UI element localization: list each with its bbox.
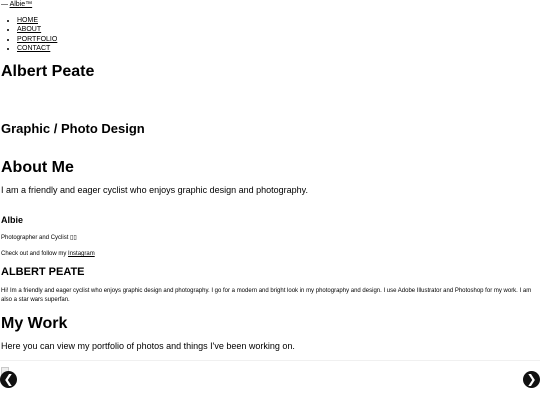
about-heading: About Me bbox=[1, 159, 74, 176]
nav-link-home[interactable]: HOME bbox=[17, 17, 38, 24]
profile-name: Albie bbox=[1, 215, 24, 225]
section-divider bbox=[0, 360, 540, 361]
tagline: Graphic / Photo Design bbox=[1, 121, 145, 136]
about-text: I am a friendly and eager cyclist who en… bbox=[1, 185, 309, 195]
brand-link[interactable]: Albie™ bbox=[10, 1, 33, 8]
nav-item-contact: CONTACT bbox=[17, 44, 57, 53]
work-heading: My Work bbox=[1, 315, 68, 332]
work-text: Here you can view my portfolio of photos… bbox=[1, 341, 295, 351]
nav-item-portfolio: PORTFOLIO bbox=[17, 35, 57, 44]
instagram-link[interactable]: Instagram bbox=[68, 251, 95, 257]
site-title: Albert Peate bbox=[1, 63, 95, 80]
menu-toggle-icon[interactable]: — bbox=[1, 1, 8, 8]
slider-next-button[interactable]: ❯ bbox=[523, 371, 540, 388]
nav-link-about[interactable]: ABOUT bbox=[17, 26, 41, 33]
bio-text: Hi! Im a friendly and eager cyclist who … bbox=[1, 288, 532, 303]
slider-prev-button[interactable]: ❮ bbox=[0, 371, 17, 388]
follow-text: Check out and follow my bbox=[1, 251, 69, 257]
nav-item-about: ABOUT bbox=[17, 25, 57, 34]
main-nav: HOME ABOUT PORTFOLIO CONTACT bbox=[0, 16, 57, 53]
nav-link-contact[interactable]: CONTACT bbox=[17, 45, 50, 52]
profile-role: Photographer and Cyclist ▯▯ bbox=[1, 235, 77, 241]
profile-follow: Check out and follow my Instagram bbox=[1, 250, 95, 258]
nav-link-portfolio[interactable]: PORTFOLIO bbox=[17, 36, 57, 43]
nav-item-home: HOME bbox=[17, 16, 57, 25]
top-bar: — Albie™ bbox=[1, 0, 32, 9]
bio-heading: ALBERT PEATE bbox=[1, 266, 85, 278]
